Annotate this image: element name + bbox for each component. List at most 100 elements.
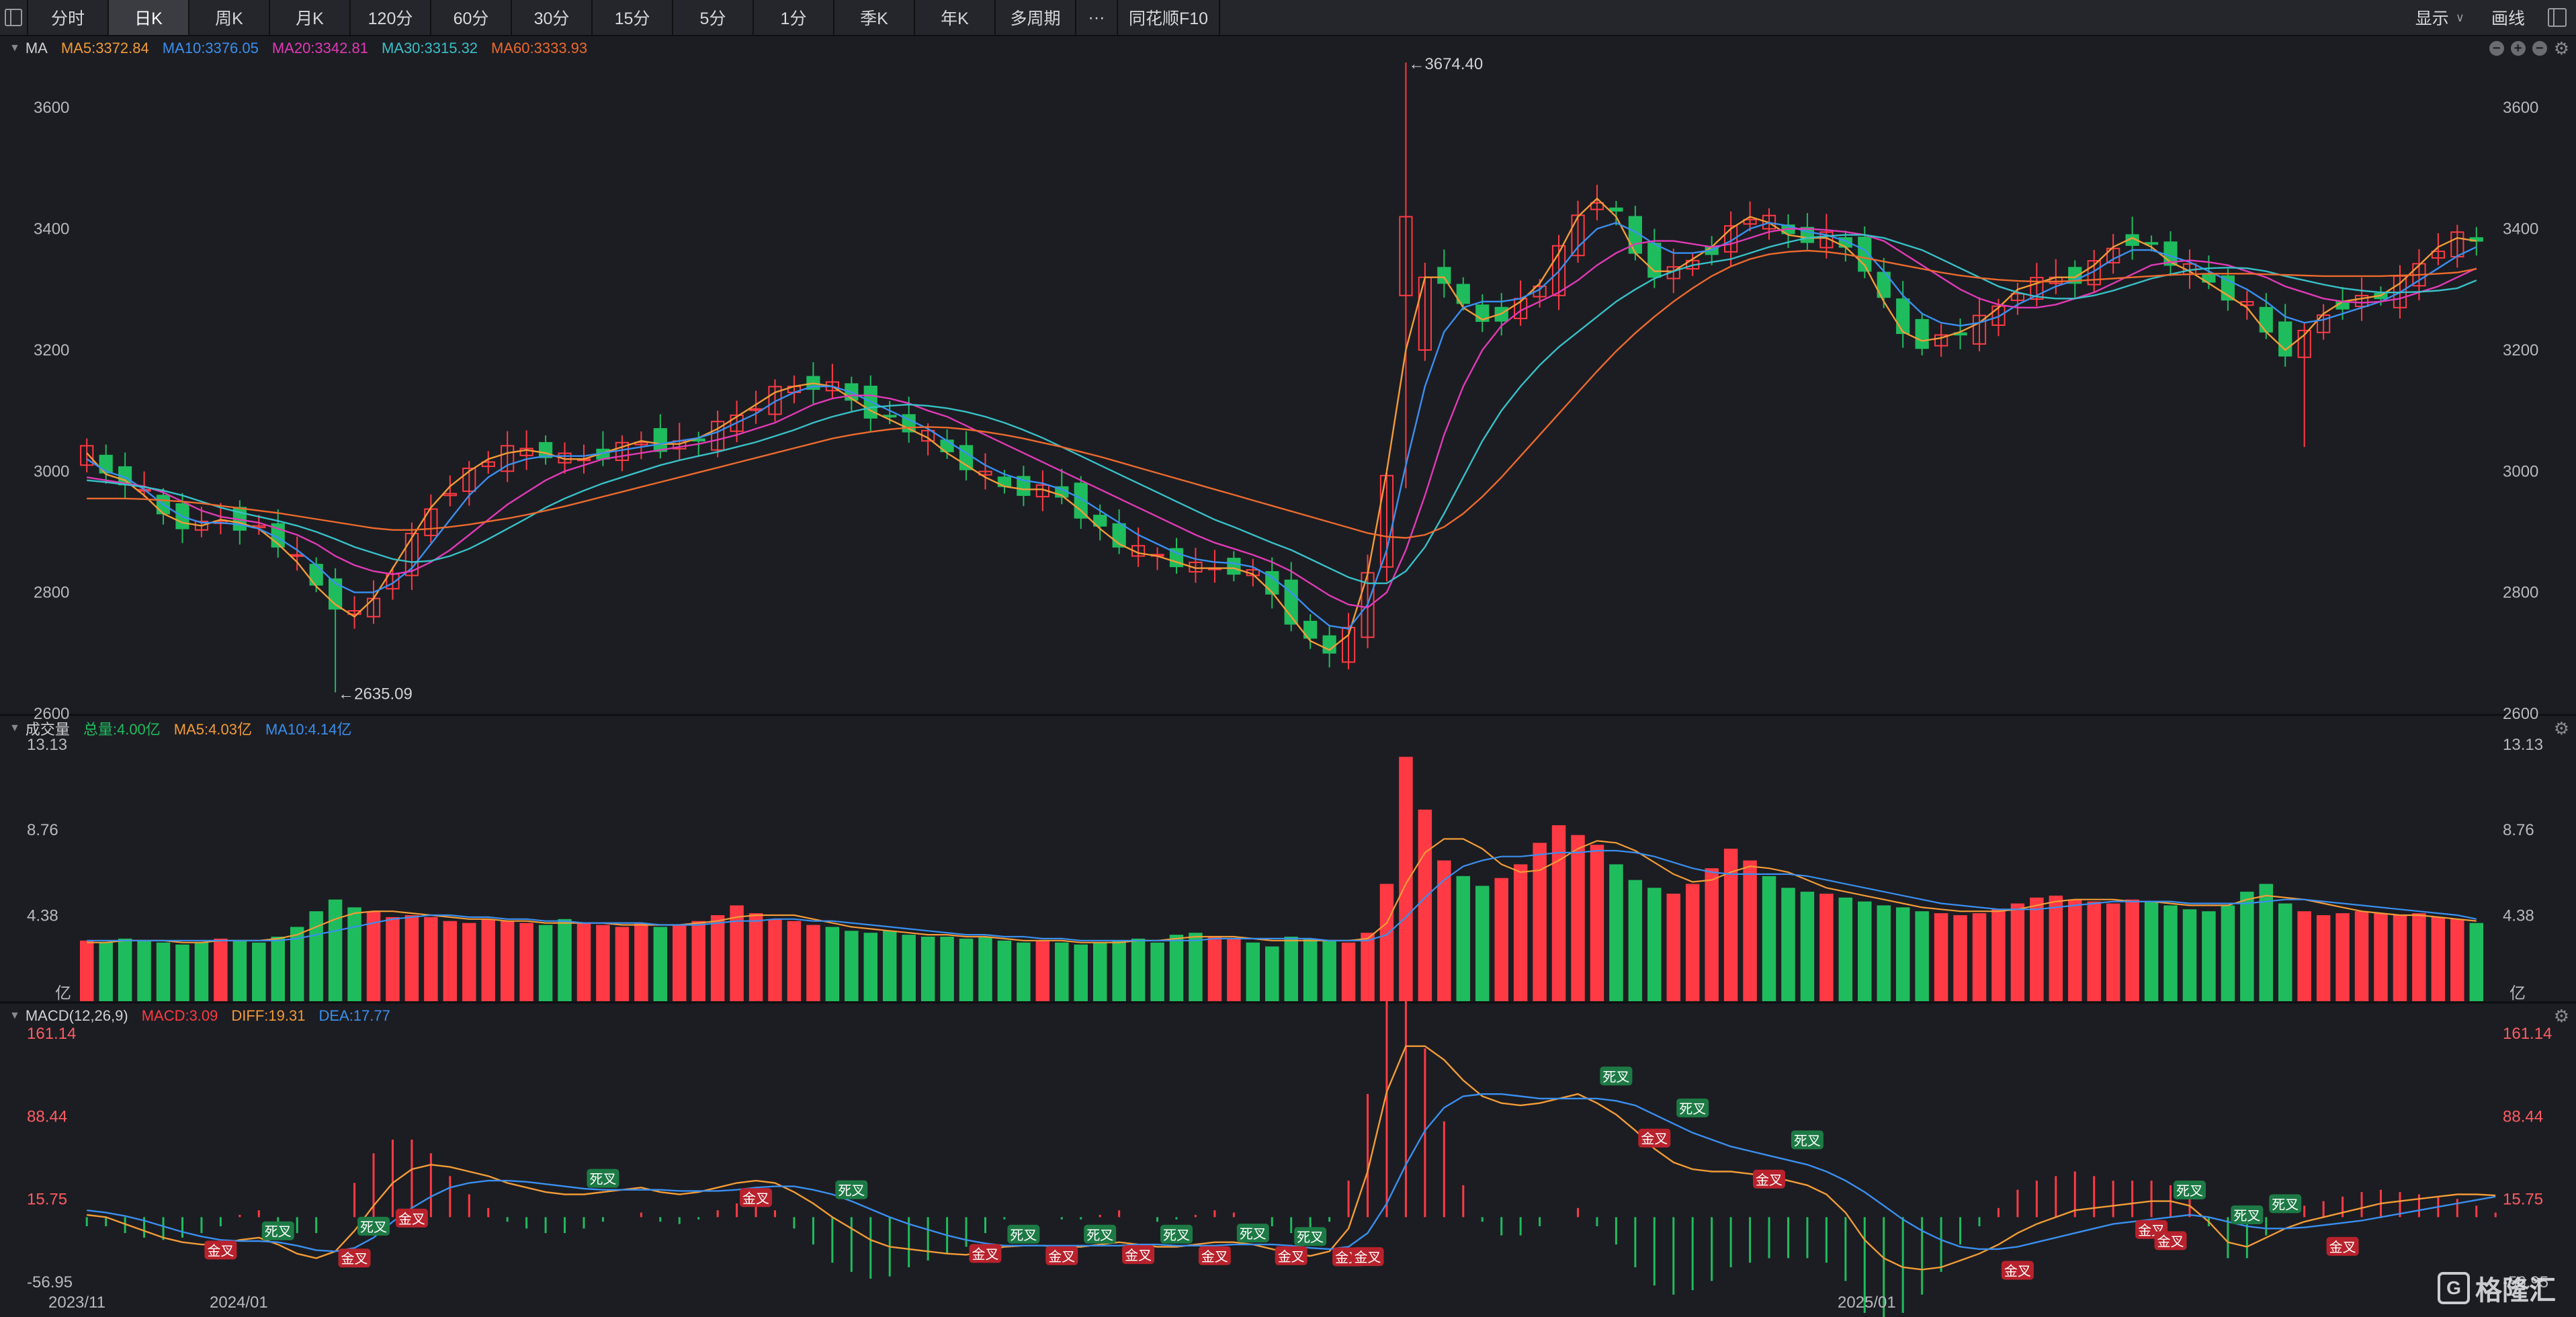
volume-bar <box>2431 917 2446 1001</box>
cross-badge-label: 金叉 <box>972 1246 998 1262</box>
cross-badge-label: 死叉 <box>2176 1184 2203 1199</box>
macd-diff-line <box>87 1045 2496 1271</box>
volume-bar <box>1590 845 1604 1001</box>
candle-body <box>1609 207 1623 212</box>
volume-bar <box>1705 868 1719 1001</box>
cross-badge-label: 金叉 <box>1756 1173 1783 1188</box>
high-annotation: ←3674.40 <box>1408 55 1483 73</box>
cross-badge-label: 死叉 <box>1794 1134 1821 1148</box>
cross-badge-label: 死叉 <box>1086 1228 1113 1243</box>
volume-bar <box>2144 901 2159 1001</box>
x-tick-label: 2024/01 <box>210 1293 268 1312</box>
cross-badge-label: 金叉 <box>341 1251 368 1267</box>
volume-bar <box>1284 936 1298 1001</box>
y-tick-label: 13.13 <box>2503 736 2543 754</box>
cross-badge-label: 金叉 <box>1048 1249 1075 1265</box>
volume-bar <box>2010 903 2025 1001</box>
ma-line-ma30 <box>87 234 2477 585</box>
y-tick-label: 3200 <box>2503 341 2538 359</box>
volume-bar <box>2469 923 2484 1001</box>
volume-bar <box>902 935 916 1001</box>
volume-bar <box>462 923 476 1001</box>
y-tick-label: -56.95 <box>27 1273 73 1291</box>
cross-badge-label: 金叉 <box>207 1243 234 1259</box>
volume-bar <box>2297 911 2311 1001</box>
y-tick-label: 4.38 <box>27 907 58 925</box>
x-tick-label: 2025/01 <box>1838 1293 1896 1312</box>
volume-bar <box>2335 913 2350 1001</box>
candle-body <box>883 415 897 418</box>
volume-bar <box>214 938 228 1001</box>
volume-bar <box>920 936 935 1001</box>
volume-bar <box>1762 876 1776 1001</box>
y-tick-label: 3400 <box>2503 220 2538 239</box>
volume-bar <box>997 940 1012 1001</box>
candle-body <box>1896 298 1910 335</box>
volume-bar <box>1838 897 1853 1001</box>
volume-bar <box>1112 940 1126 1001</box>
volume-bar <box>1456 876 1471 1001</box>
candle-body <box>1437 267 1451 284</box>
volume-bar <box>1131 938 1146 1001</box>
volume-bar <box>1609 864 1623 1001</box>
candle-body <box>2144 242 2159 245</box>
cross-badge-label: 死叉 <box>2272 1197 2299 1212</box>
low-annotation: ←2635.09 <box>338 685 413 703</box>
y-tick-label: 161.14 <box>2503 1025 2552 1043</box>
volume-bar <box>825 927 840 1001</box>
volume-bar <box>2163 905 2178 1001</box>
volume-bar <box>2278 903 2292 1001</box>
cross-badge-label: 死叉 <box>1679 1102 1706 1117</box>
y-tick-label: 161.14 <box>27 1025 76 1043</box>
volume-bar <box>710 915 725 1001</box>
volume-bar <box>137 940 151 1001</box>
cross-badge-label: 金叉 <box>1201 1249 1228 1265</box>
chart-canvas[interactable]: 2600 2600 2800 2800 3000 3000 3200 3200 3400 3400… <box>0 0 2576 1317</box>
cross-badge-label: 死叉 <box>2233 1209 2260 1224</box>
cross-badge-label: 死叉 <box>1240 1227 1266 1242</box>
volume-bar <box>1953 915 1967 1001</box>
volume-bar <box>386 917 400 1001</box>
cross-badge-label: 金叉 <box>1125 1248 1152 1263</box>
cross-badge-label: 金叉 <box>1355 1250 1381 1265</box>
cross-badge-label: 死叉 <box>838 1184 865 1199</box>
candle-body <box>2259 306 2273 333</box>
volume-bar <box>1341 942 1356 1001</box>
volume-bar <box>2450 919 2464 1001</box>
y-tick-label: 2800 <box>34 584 69 602</box>
volume-bar <box>481 919 495 1001</box>
y-tick-label: 2600 <box>34 705 69 723</box>
volume-bar <box>1895 907 1910 1001</box>
y-tick-label: 3600 <box>34 99 69 117</box>
volume-bar <box>1437 860 1451 1001</box>
volume-bar <box>2049 895 2063 1001</box>
volume-bar <box>1533 843 1547 1001</box>
volume-bar <box>1017 942 1031 1001</box>
volume-bar <box>404 915 419 1001</box>
y-tick-label: 88.44 <box>2503 1107 2543 1125</box>
candle-body <box>290 554 304 557</box>
y-tick-label: 13.13 <box>27 736 67 754</box>
cross-badge-label: 死叉 <box>360 1220 387 1235</box>
y-tick-label: 8.76 <box>27 821 58 839</box>
volume-bar <box>978 936 992 1001</box>
ma-line-ma10 <box>86 222 2477 630</box>
volume-bar <box>1169 935 1184 1001</box>
y-tick-label: 3000 <box>34 462 69 480</box>
volume-bar <box>1800 892 1815 1001</box>
volume-bar <box>1877 905 1891 1001</box>
volume-bar <box>615 927 630 1001</box>
volume-bar <box>748 913 763 1001</box>
volume-bar <box>1265 946 1279 1001</box>
volume-bar <box>1915 911 1929 1001</box>
volume-bar <box>1819 893 1834 1001</box>
y-tick-label: 15.75 <box>27 1191 67 1209</box>
volume-bar <box>1934 913 1948 1001</box>
volume-bar <box>1494 878 1508 1001</box>
volume-bar <box>940 936 954 1001</box>
volume-bar <box>1399 757 1413 1001</box>
volume-bar <box>1475 886 1490 1001</box>
volume-bar <box>653 927 668 1001</box>
watermark-icon: G <box>2438 1272 2470 1304</box>
y-tick-label: 2600 <box>2503 705 2538 723</box>
